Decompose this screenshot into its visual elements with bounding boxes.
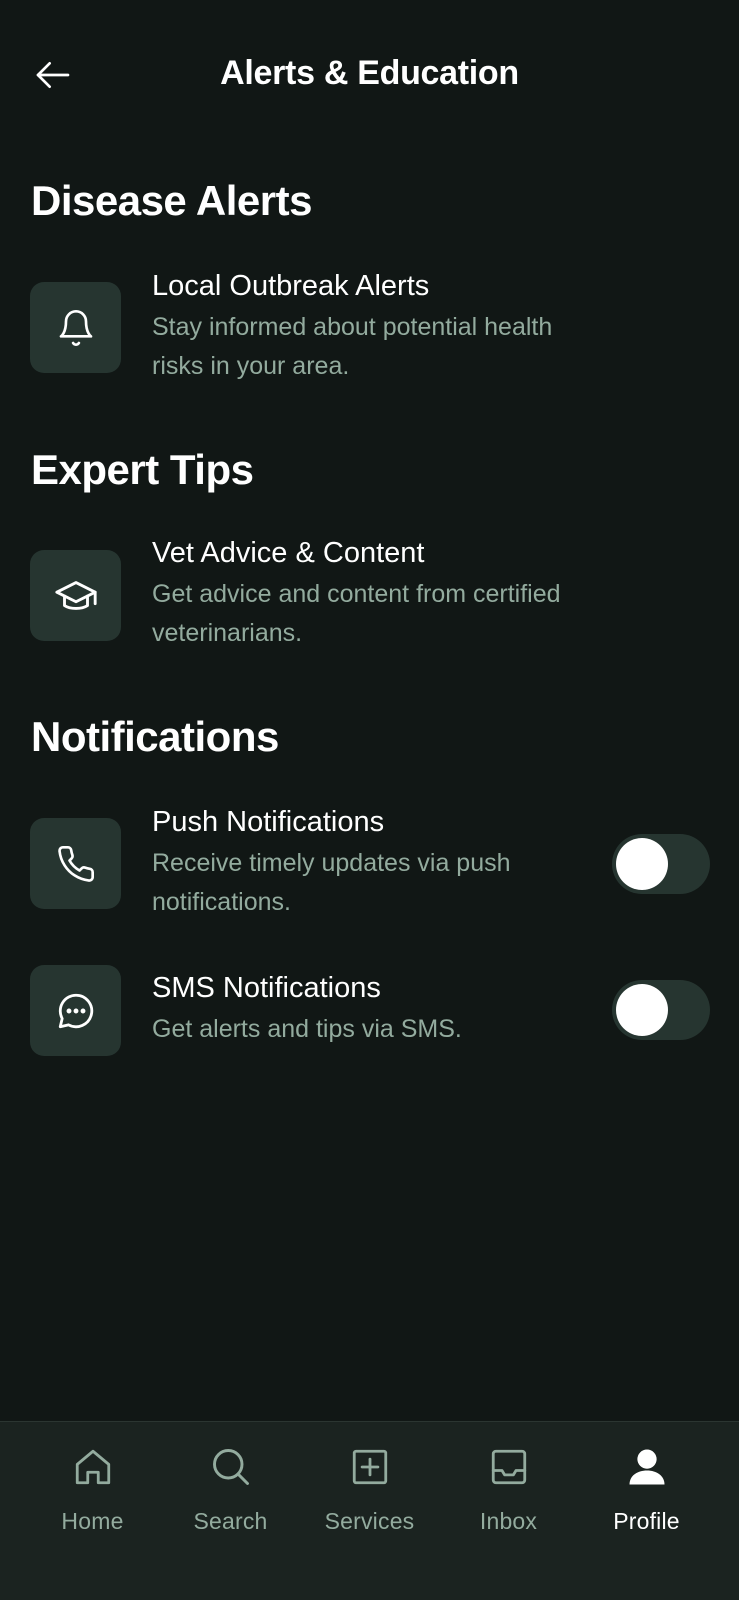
header: Alerts & Education [0,0,739,150]
nav-item-profile[interactable]: Profile [577,1444,716,1554]
home-icon [75,1449,110,1485]
section-title-notifications: Notifications [31,713,279,760]
page-title: Alerts & Education [220,54,519,92]
item-description: Stay informed about potential health ris… [152,313,553,380]
plus-square-icon [352,1449,387,1485]
item-text: SMS Notifications Get alerts and tips vi… [152,970,592,1049]
icon-box [30,282,121,373]
item-description: Receive timely updates via push notifica… [152,849,511,916]
item-text: Local Outbreak Alerts Stay informed abou… [152,268,592,386]
nav-label: Home [61,1508,124,1534]
search-icon [212,1449,249,1485]
nav-label: Search [193,1508,268,1534]
item-title: Push Notifications [152,806,385,838]
push-notifications-toggle[interactable] [612,834,710,894]
sms-notifications-toggle[interactable] [612,980,710,1040]
toggle-knob [616,838,668,890]
item-text: Push Notifications Receive timely update… [152,804,592,922]
icon-box [30,550,121,641]
phone-icon [57,845,94,882]
inbox-icon [491,1449,526,1485]
nav-item-services[interactable]: Services [300,1444,439,1554]
nav-item-search[interactable]: Search [161,1444,300,1554]
user-icon [629,1449,664,1485]
item-title: Vet Advice & Content [152,537,425,569]
toggle-knob [616,984,668,1036]
nav-item-inbox[interactable]: Inbox [439,1444,578,1554]
bottom-nav: Home Search Services Inbox Profile [0,1421,739,1600]
nav-item-home[interactable]: Home [23,1444,162,1554]
item-text: Vet Advice & Content Get advice and cont… [152,535,592,653]
icon-box [30,818,121,909]
section-title-disease-alerts: Disease Alerts [31,177,312,224]
item-description: Get alerts and tips via SMS. [152,1015,462,1043]
icon-box [30,965,121,1056]
bell-icon [59,309,92,346]
section-title-expert-tips: Expert Tips [31,446,254,493]
chat-bubble-icon [58,993,93,1028]
nav-label: Services [324,1508,415,1534]
alerts-education-screen: Alerts & Education Disease Alerts Local … [0,0,739,1600]
nav-label: Profile [613,1508,680,1534]
item-title: Local Outbreak Alerts [152,270,430,302]
nav-label: Inbox [479,1508,538,1534]
item-title: SMS Notifications [152,972,381,1004]
item-description: Get advice and content from certified ve… [152,580,561,647]
graduation-cap-icon [54,580,97,610]
